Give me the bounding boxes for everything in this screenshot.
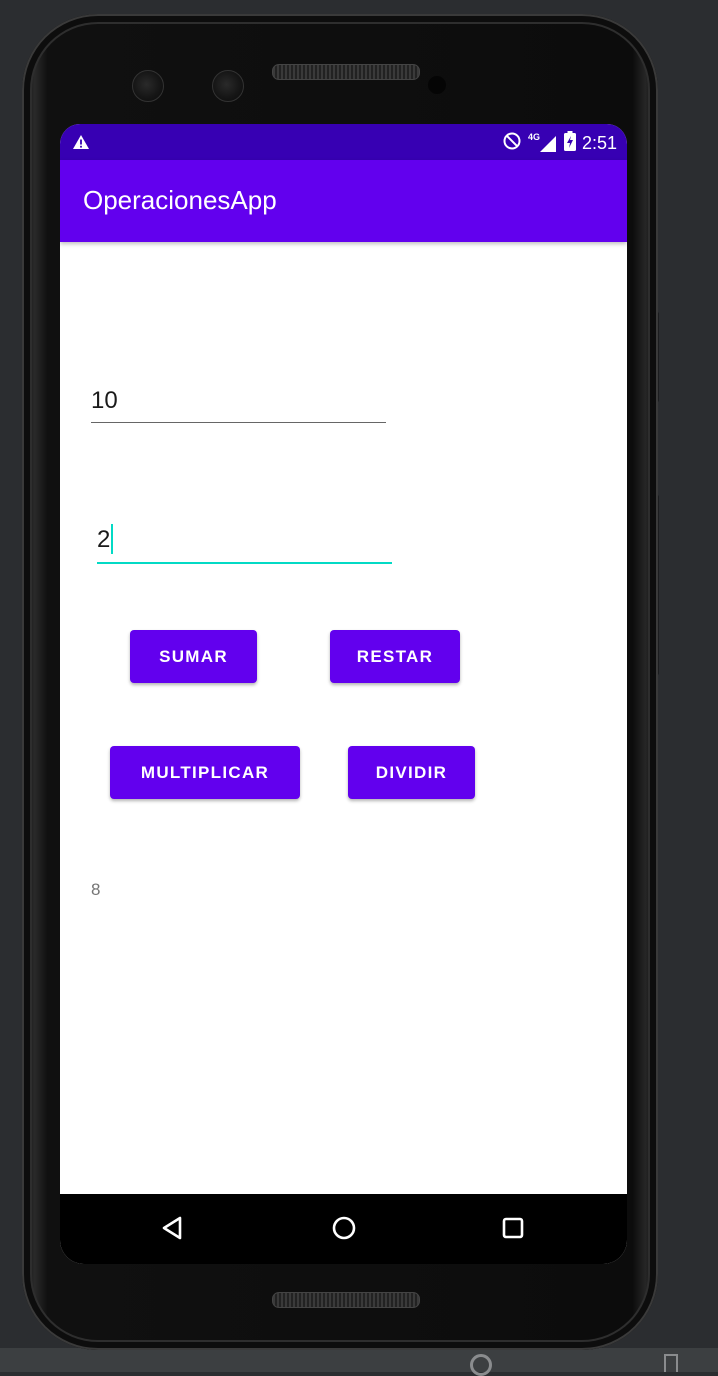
emulator-toolbar-document-icon xyxy=(664,1354,678,1372)
emulator-toolbar-circle-icon xyxy=(470,1354,492,1376)
recents-button[interactable] xyxy=(495,1212,531,1248)
home-button[interactable] xyxy=(326,1212,362,1248)
app-title: OperacionesApp xyxy=(83,185,277,215)
recents-square-icon xyxy=(501,1216,525,1244)
proximity-sensor xyxy=(428,76,446,94)
second-number-input[interactable]: 2 xyxy=(97,518,392,564)
warning-icon xyxy=(72,134,90,154)
back-button[interactable] xyxy=(155,1212,191,1248)
second-number-value: 2 xyxy=(97,526,111,553)
front-sensor-camera xyxy=(212,70,244,102)
restar-button[interactable]: RESTAR xyxy=(330,630,460,683)
navigation-bar xyxy=(60,1194,627,1264)
status-bar: 4G 2:51 xyxy=(60,124,627,160)
first-number-input[interactable]: 10 xyxy=(91,380,386,423)
home-circle-icon xyxy=(331,1215,357,1245)
result-text: 8 xyxy=(91,880,101,899)
app-bar: OperacionesApp xyxy=(60,160,627,242)
do-not-disturb-icon xyxy=(502,131,522,156)
battery-charging-icon xyxy=(563,131,576,156)
back-triangle-icon xyxy=(160,1215,186,1245)
dividir-button[interactable]: DIVIDIR xyxy=(348,746,475,799)
emulator-toolbar-strip xyxy=(0,1348,718,1376)
bottom-speaker-grille xyxy=(272,1292,420,1308)
status-time: 2:51 xyxy=(581,133,617,153)
signal-icon: 4G xyxy=(528,132,558,154)
first-number-value: 10 xyxy=(91,387,118,414)
front-camera xyxy=(132,70,164,102)
multiplicar-button[interactable]: MULTIPLICAR xyxy=(110,746,300,799)
sumar-button[interactable]: SUMAR xyxy=(130,630,257,683)
device-screen: 4G 2:51 OperacionesApp 10 2 SUMAR RESTAR… xyxy=(60,124,627,1264)
text-cursor xyxy=(111,523,114,554)
top-speaker-grille xyxy=(272,64,420,80)
